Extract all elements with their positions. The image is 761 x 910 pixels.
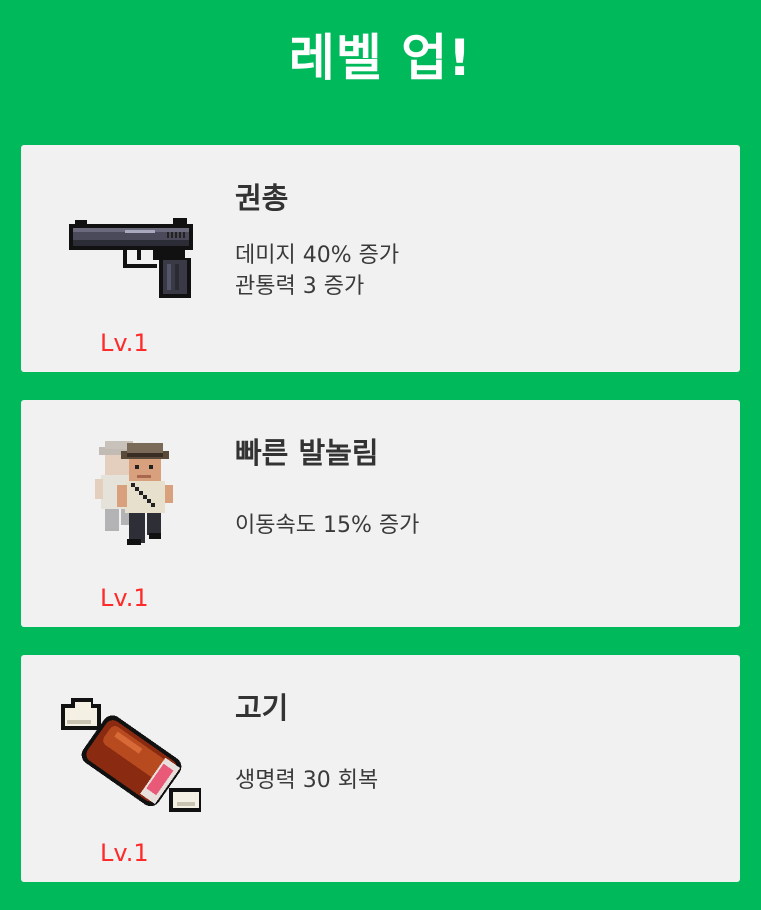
- card-level: Lv.1: [100, 839, 149, 867]
- meat-icon: [61, 690, 201, 820]
- upgrade-card-meat[interactable]: 고기 생명력 30 회복 Lv.1: [21, 655, 740, 882]
- upgrade-card-pistol[interactable]: 권총 데미지 40% 증가 관통력 3 증가 Lv.1: [21, 145, 740, 372]
- card-description: 생명력 30 회복: [235, 768, 379, 793]
- card-description: 데미지 40% 증가: [235, 243, 400, 268]
- card-level: Lv.1: [100, 329, 149, 357]
- pistol-icon: [61, 180, 201, 310]
- card-description: 관통력 3 증가: [235, 274, 365, 299]
- running-soldier-icon: [61, 435, 201, 565]
- card-level: Lv.1: [100, 584, 149, 612]
- card-description: 이동속도 15% 증가: [235, 513, 420, 538]
- upgrade-card-fast-footwork[interactable]: 빠른 발놀림 이동속도 15% 증가 Lv.1: [21, 400, 740, 627]
- level-up-title: 레벨 업!: [288, 29, 473, 87]
- card-name: 고기: [235, 691, 289, 725]
- card-name: 권총: [235, 181, 289, 215]
- card-name: 빠른 발놀림: [235, 436, 379, 470]
